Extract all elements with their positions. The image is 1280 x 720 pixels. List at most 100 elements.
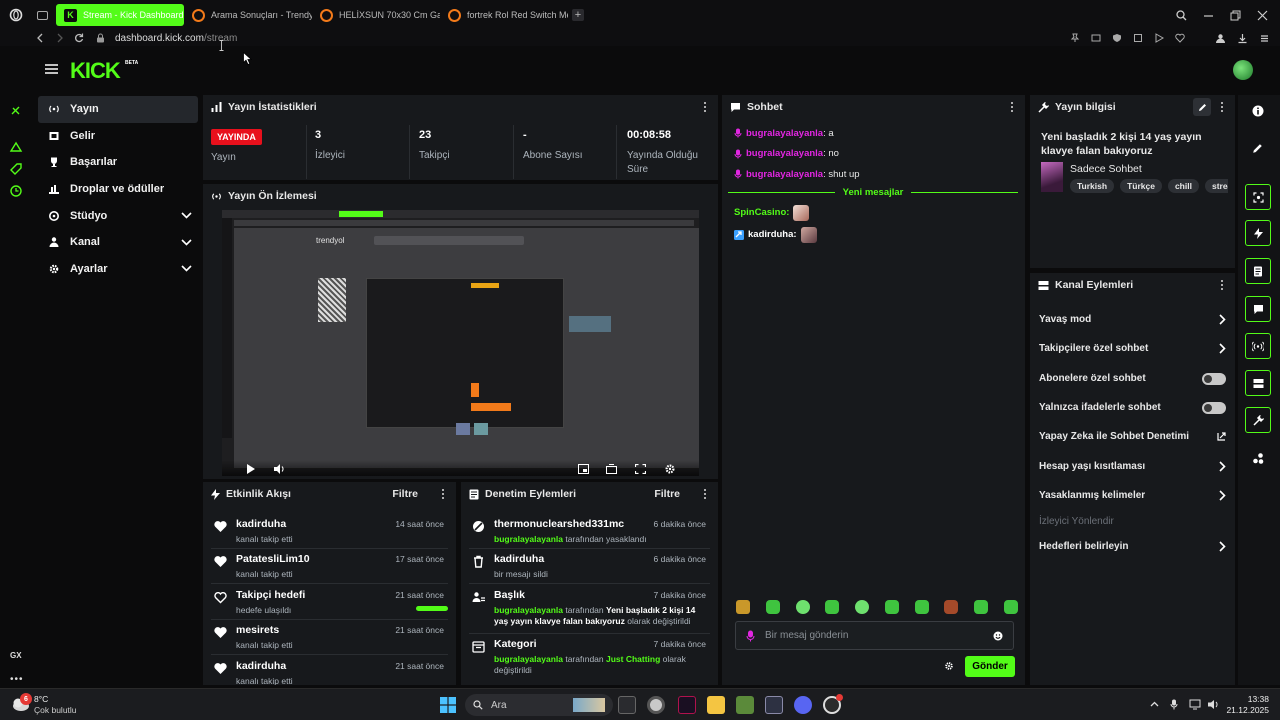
emote-button[interactable] — [765, 600, 780, 614]
forward-arrow-icon[interactable] — [56, 33, 64, 43]
tray-network-icon[interactable] — [1189, 699, 1201, 710]
emote-button[interactable] — [944, 600, 959, 614]
fullscreen-icon[interactable] — [635, 464, 646, 474]
pin-icon[interactable] — [1070, 33, 1080, 43]
kick-logo[interactable]: KICK — [70, 58, 121, 84]
widget-stream-info-button[interactable] — [1245, 407, 1271, 433]
user-avatar[interactable] — [1233, 60, 1253, 80]
obs-icon[interactable] — [765, 696, 783, 714]
widget-chat-button[interactable] — [1245, 296, 1271, 322]
minimize-icon[interactable] — [1203, 10, 1214, 21]
search-tabs-icon[interactable] — [1176, 9, 1187, 21]
tray-volume-icon[interactable] — [1208, 699, 1220, 710]
chat-message[interactable]: bugralayalayanla: shut up — [728, 164, 1018, 185]
back-arrow-icon[interactable] — [36, 33, 44, 43]
chat-settings-gear-icon[interactable] — [944, 661, 954, 671]
gx-tag-icon[interactable] — [9, 162, 23, 176]
tag-chip[interactable]: chill — [1167, 179, 1199, 193]
emote-button[interactable] — [974, 600, 989, 614]
close-window-icon[interactable] — [1257, 10, 1268, 21]
action-slow-mode[interactable]: Yavaş mod — [1030, 305, 1235, 334]
download-icon[interactable] — [1237, 33, 1248, 44]
restore-icon[interactable] — [1230, 10, 1241, 21]
weather-widget[interactable]: 6 — [10, 693, 32, 713]
nav-item-yayin[interactable]: Yayın — [38, 96, 198, 123]
activity-name[interactable]: kadirduha — [236, 660, 286, 672]
app-taskbar-icon[interactable] — [678, 696, 696, 714]
more-options-icon[interactable] — [1217, 101, 1227, 113]
moderation-name[interactable]: Kategori — [494, 638, 537, 650]
shield-icon[interactable] — [1112, 33, 1122, 43]
chat-username[interactable]: bugralayalayanla — [746, 128, 823, 139]
widget-scan-button[interactable] — [1245, 184, 1271, 210]
chevron-down-icon[interactable] — [181, 212, 192, 219]
widget-moderation-button[interactable] — [1245, 258, 1271, 284]
pencil-icon[interactable] — [1252, 143, 1263, 154]
action-followers-only[interactable]: Takipçilere özel sohbet — [1030, 334, 1235, 363]
activity-name[interactable]: mesirets — [236, 624, 279, 636]
action-account-age[interactable]: Hesap yaşı kısıtlaması — [1030, 452, 1235, 481]
activity-filter-button[interactable]: Filtre — [392, 488, 418, 500]
chat-message[interactable]: bugralayalayanla: a — [728, 123, 1018, 144]
hamburger-menu-icon[interactable] — [45, 64, 58, 74]
lock-icon[interactable] — [96, 33, 105, 43]
moderation-name[interactable]: thermonuclearshed331mc — [494, 518, 624, 530]
widget-broadcast-button[interactable] — [1245, 333, 1271, 359]
opera-gx-menu-icon[interactable] — [0, 8, 32, 22]
moderation-name[interactable]: Başlık — [494, 589, 525, 601]
reload-icon[interactable] — [74, 33, 84, 43]
theater-mode-icon[interactable] — [606, 464, 617, 474]
moderator-name[interactable]: bugralayalayanla — [494, 534, 563, 544]
nav-item-ayarlar[interactable]: Ayarlar — [38, 256, 198, 283]
emote-button[interactable] — [795, 600, 810, 614]
tag-chip[interactable]: streame — [1204, 179, 1228, 193]
profile-icon[interactable] — [1215, 33, 1226, 44]
task-view-icon[interactable] — [618, 696, 636, 714]
workspaces-icon[interactable] — [32, 10, 52, 20]
emote-button[interactable] — [855, 600, 870, 614]
gx-label[interactable]: GX — [10, 651, 22, 660]
tab-fortrek[interactable]: fortrek Rol Red Switch Me — [440, 4, 568, 26]
chevron-down-icon[interactable] — [181, 239, 192, 246]
more-options-icon[interactable] — [1007, 101, 1017, 113]
chat-username[interactable]: bugralayalayanla — [746, 169, 823, 180]
play-icon[interactable] — [1154, 33, 1164, 43]
nav-item-droplar[interactable]: Droplar ve ödüller — [38, 176, 198, 203]
action-banned-words[interactable]: Yasaklanmış kelimeler — [1030, 481, 1235, 510]
emote-button[interactable] — [914, 600, 929, 614]
pip-icon[interactable] — [578, 464, 589, 474]
emote-button[interactable] — [1003, 600, 1018, 614]
nav-item-kanal[interactable]: Kanal — [38, 229, 198, 256]
cube-icon[interactable] — [1133, 33, 1143, 43]
emote-button[interactable] — [825, 600, 840, 614]
tray-time[interactable]: 13:38 — [1233, 694, 1269, 704]
gx-history-icon[interactable] — [9, 184, 23, 198]
send-button[interactable]: Gönder — [965, 656, 1015, 677]
windows-start-icon[interactable] — [440, 697, 456, 713]
emote-button[interactable] — [884, 600, 899, 614]
settings-gear-icon[interactable] — [664, 463, 676, 475]
activity-name[interactable]: kadirduha — [236, 518, 286, 530]
widget-activity-button[interactable] — [1245, 220, 1271, 246]
heart-outline-icon[interactable] — [1175, 33, 1185, 43]
category-thumbnail[interactable] — [1041, 162, 1063, 192]
tray-chevron-up-icon[interactable] — [1150, 701, 1159, 707]
camera-icon[interactable] — [1091, 33, 1101, 43]
tab-helixsun[interactable]: HELİXSUN 70x30 Cm Ga — [312, 4, 440, 26]
chat-username[interactable]: SpinCasino: — [734, 207, 789, 218]
chat-message[interactable]: SpinCasino: — [728, 202, 1018, 224]
widget-channel-actions-button[interactable] — [1245, 370, 1271, 396]
chat-input[interactable]: Bir mesaj gönderin — [735, 621, 1014, 650]
emote-button[interactable] — [736, 600, 750, 614]
tab-kick-dashboard[interactable]: K Stream - Kick Dashboard — [56, 4, 184, 26]
chevron-down-icon[interactable] — [181, 265, 192, 272]
moderation-name[interactable]: kadirduha — [494, 553, 544, 565]
new-tab-plus-icon[interactable]: + — [572, 9, 584, 21]
more-options-icon[interactable] — [700, 101, 710, 113]
action-ai-moderation[interactable]: Yapay Zeka ile Sohbet Denetimi — [1030, 422, 1235, 451]
more-options-icon[interactable] — [700, 488, 710, 500]
tag-chip[interactable]: Türkçe — [1120, 179, 1162, 193]
file-explorer-icon[interactable] — [707, 696, 725, 714]
taskbar-search[interactable]: Ara — [465, 694, 613, 716]
opera-gx-taskbar-icon[interactable] — [647, 696, 665, 714]
